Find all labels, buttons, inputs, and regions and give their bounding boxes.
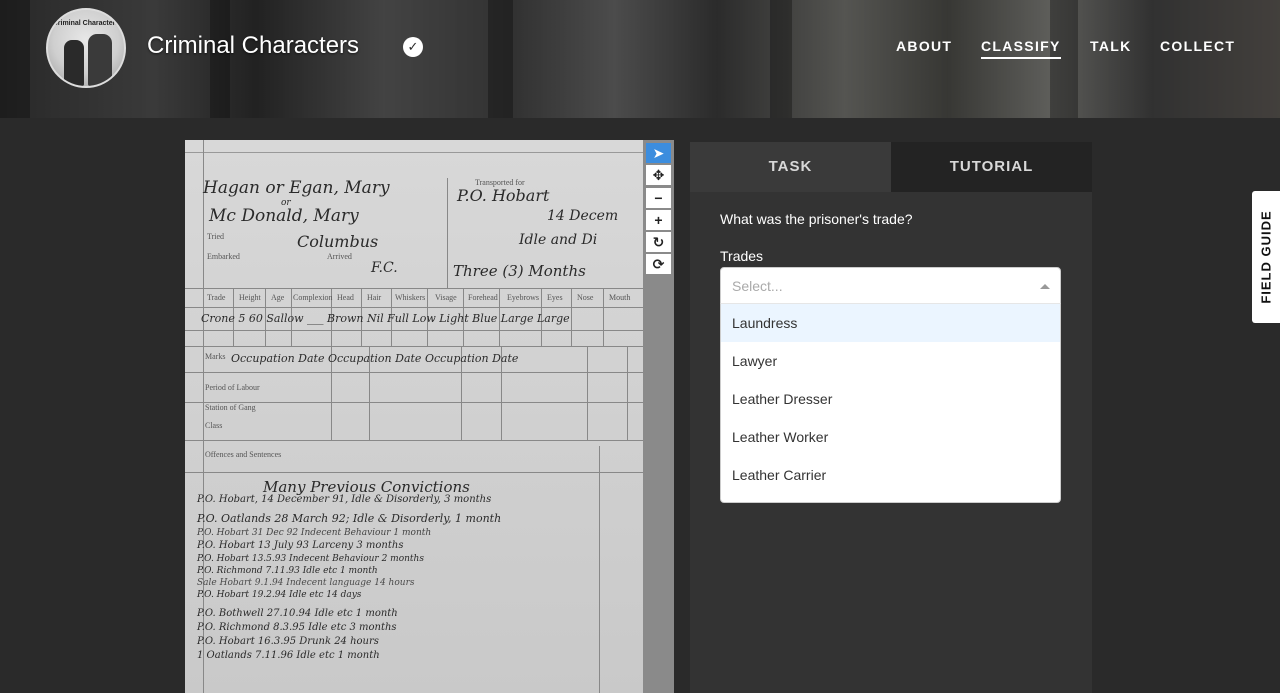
rule-line [603,288,604,346]
handwritten-fc: F.C. [371,260,398,276]
task-question: What was the prisoner's trade? [720,211,913,227]
verified-check-icon: ✓ [403,37,423,57]
handwritten-transported: P.O. Hobart [457,186,550,205]
printed-column: Trade [207,293,226,302]
site-logo[interactable]: Criminal Characters [46,8,126,88]
handwritten-conviction: P.O. Richmond 8.3.95 Idle etc 3 months [197,622,397,633]
record-sheet: Transported for Tried Embarked Arrived T… [185,140,643,693]
printed-marks: Marks [205,352,226,361]
printed-column: Height [239,293,261,302]
tab-task[interactable]: TASK [690,142,891,192]
task-panel: TASK TUTORIAL What was the prisoner's tr… [690,142,1092,693]
reset-icon[interactable]: ⟳ [646,254,671,274]
image-toolbar: ➤ ✥ − + ↻ ⟳ [643,140,674,693]
nav-talk[interactable]: TALK [1090,38,1132,54]
handwritten-sentence: Idle and Di [519,232,598,248]
rule-line [185,288,643,289]
handwritten-name: Hagan or Egan, Mary [203,178,390,198]
select-placeholder: Select... [732,278,783,294]
handwritten-conviction: P.O. Richmond 7.11.93 Idle etc 1 month [197,566,378,576]
pointer-icon[interactable]: ➤ [646,143,671,163]
handwritten-occupation-header: Occupation Date Occupation Date Occupati… [231,352,519,365]
handwritten-trial: Columbus [297,232,379,251]
rule-line [185,346,643,347]
handwritten-conviction: Sale Hobart 9.1.94 Indecent language 14 … [197,578,415,588]
subject-image[interactable]: Transported for Tried Embarked Arrived T… [185,140,643,693]
handwritten-conviction: P.O. Bothwell 27.10.94 Idle etc 1 month [197,608,398,619]
zoom-out-icon[interactable]: − [646,188,671,208]
rule-line [185,372,643,373]
printed-arrived: Arrived [327,252,352,261]
tab-tutorial[interactable]: TUTORIAL [891,142,1092,192]
nav-about[interactable]: ABOUT [896,38,952,54]
printed-column: Head [337,293,354,302]
printed-class: Class [205,421,223,430]
printed-station: Station of Gang [205,403,256,412]
printed-column: Hair [367,293,382,302]
field-guide-button[interactable]: FIELD GUIDE [1252,191,1280,323]
handwritten-date: 14 Decem [547,208,619,224]
rule-line [185,472,643,473]
rule-line [447,178,448,288]
trade-option[interactable]: Laundress [721,304,1060,342]
printed-column: Complexion [293,293,333,302]
move-icon[interactable]: ✥ [646,165,671,185]
logo-figure [88,34,112,86]
trade-option[interactable]: Leather Carrier [721,456,1060,494]
site-header: Criminal Characters Criminal Characters … [0,0,1280,118]
field-guide-label: FIELD GUIDE [1258,210,1274,304]
nav-collect[interactable]: COLLECT [1160,38,1235,54]
printed-column: Whiskers [395,293,426,302]
handwritten-conviction: P.O. Oatlands 28 March 92; Idle & Disord… [197,512,502,525]
handwritten-conviction: P.O. Hobart 19.2.94 Idle etc 14 days [197,590,362,600]
trade-option[interactable]: Lawyer [721,342,1060,380]
rule-line [587,346,588,440]
handwritten-conviction: 1 Oatlands 7.11.96 Idle etc 1 month [197,650,380,661]
rule-line [627,346,628,440]
rule-line [571,288,572,346]
trade-option[interactable]: Leather Dresser [721,380,1060,418]
handwritten-conviction: P.O. Hobart 13.5.93 Indecent Behaviour 2… [197,554,424,564]
printed-embarked: Embarked [207,252,240,261]
rule-line [185,330,643,331]
printed-column: Mouth [609,293,631,302]
printed-column: Eyebrows [507,293,539,302]
printed-column: Nose [577,293,594,302]
logo-text: Criminal Characters [52,20,120,27]
zoom-in-icon[interactable]: + [646,210,671,230]
handwritten-conviction: P.O. Hobart 13 July 93 Larceny 3 months [197,540,404,551]
project-title[interactable]: Criminal Characters [147,32,359,60]
nav-classify[interactable]: CLASSIFY [981,38,1061,59]
printed-offences: Offences and Sentences [205,450,282,459]
printed-column: Forehead [468,293,498,302]
trade-option[interactable]: Leather Worker [721,418,1060,456]
handwritten-term: Three (3) Months [453,262,586,280]
rule-line [185,152,643,153]
trades-select[interactable]: Select... [720,267,1061,304]
trades-dropdown-menu: Laundress Lawyer Leather Dresser Leather… [720,303,1061,503]
printed-period: Period of Labour [205,383,260,392]
rule-line [185,307,643,308]
logo-figure [64,40,84,86]
trades-label: Trades [720,248,764,264]
rule-line [185,440,643,441]
handwritten-description-row: Crone 5 60 Sallow ___ Brown Nil Full Low… [201,312,570,325]
caret-up-icon[interactable] [1040,284,1050,289]
printed-column: Eyes [547,293,563,302]
printed-tried: Tried [207,232,225,241]
handwritten-alias: Mc Donald, Mary [209,206,359,226]
rule-line [599,446,600,693]
rotate-icon[interactable]: ↻ [646,232,671,252]
printed-column: Visage [435,293,457,302]
handwritten-conviction: P.O. Hobart 16.3.95 Drunk 24 hours [197,636,379,647]
printed-column: Age [271,293,285,302]
handwritten-convictions-sub: P.O. Hobart, 14 December 91, Idle & Diso… [197,494,492,505]
handwritten-conviction: P.O. Hobart 31 Dec 92 Indecent Behaviour… [197,528,432,538]
